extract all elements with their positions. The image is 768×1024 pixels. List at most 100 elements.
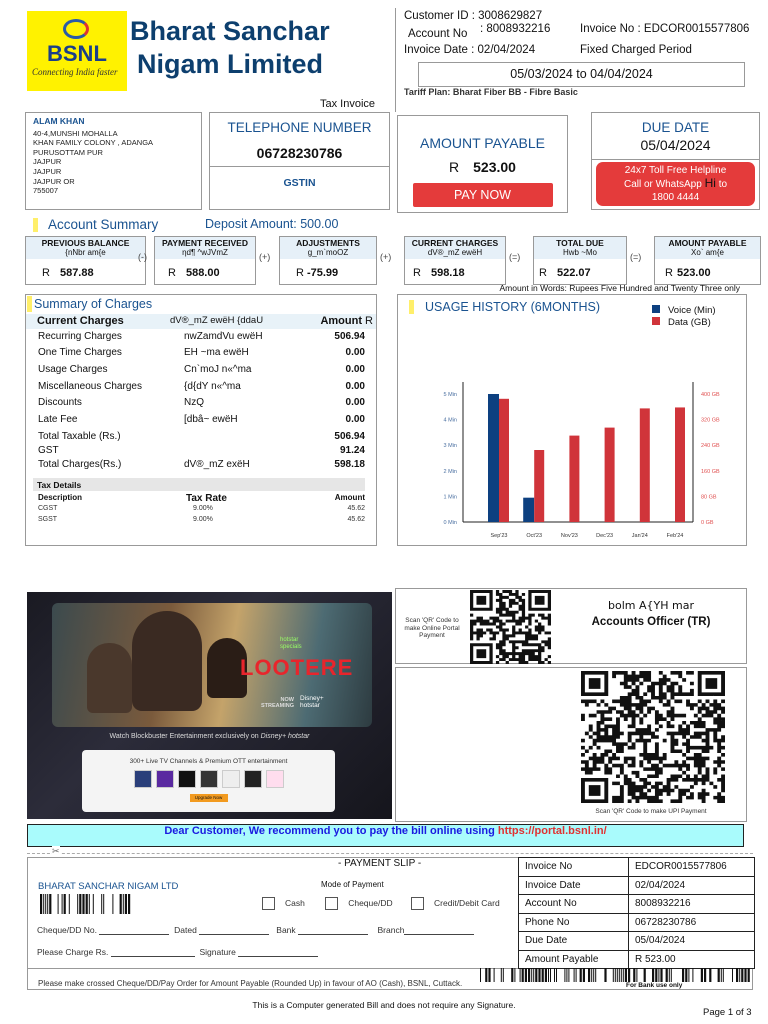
barcode-bars xyxy=(40,894,131,914)
portal-link[interactable]: https://portal.bsnl.in/ xyxy=(498,825,607,837)
data-bar xyxy=(499,398,509,522)
ott-advertisement[interactable]: hotstar specials LOOTERE NOW STREAMING D… xyxy=(27,592,392,819)
charge-signature-line: Please Charge Rs. Signature xyxy=(37,947,319,957)
payment-slip-title: - PAYMENT SLIP - xyxy=(338,858,422,869)
address-line: JAJPUR xyxy=(33,157,62,167)
portal-qr-code[interactable] xyxy=(470,590,551,664)
show-title-logo: LOOTERE xyxy=(240,655,354,680)
now-streaming-label: NOW STREAMING xyxy=(261,697,294,709)
address-line: 40-4,MUNSHI MOHALLA xyxy=(33,128,118,138)
x-tick-label: Oct'23 xyxy=(526,533,542,539)
upgrade-now-button[interactable]: Upgrade Now xyxy=(189,794,228,802)
x-tick-label: Dec'23 xyxy=(596,533,613,539)
customer-name: ALAM KHAN xyxy=(33,116,85,126)
channel-logos xyxy=(82,770,335,788)
operator-equals: (=) xyxy=(509,252,521,262)
helpline-number: 1800 4444 xyxy=(651,192,700,203)
charge-row: Miscellaneous Charges {d{dY n«^ma 0.00 xyxy=(38,381,365,392)
channels-text: 300+ Live TV Channels & Premium OTT ente… xyxy=(129,758,288,765)
payment-slip: - PAYMENT SLIP - BHARAT SANCHAR NIGAM LT… xyxy=(27,857,755,990)
due-date-box: DUE DATE 05/04/2024 24x7 Toll Free Helpl… xyxy=(591,112,760,210)
x-tick-label: Jan'24 xyxy=(632,533,648,539)
charges-header: Current Charges dV®_mZ ewëH {ddaU Amount R xyxy=(37,315,373,327)
usage-chart: 0 Min 1 Min 2 Min 3 Min 4 Min 5 Min 0 GB 80 GB 1… xyxy=(444,382,720,539)
invoice-date: Invoice Date : 02/04/2024 xyxy=(404,44,536,56)
operator-plus: (+) xyxy=(380,252,392,262)
upi-qr-code[interactable] xyxy=(581,671,725,803)
left-tick-label: 5 Min xyxy=(444,392,457,398)
company-name-line2: Nigam Limited xyxy=(137,49,324,79)
pay-online-banner: Dear Customer, We recommend you to pay t… xyxy=(27,824,744,847)
charge-row: One Time Charges EH ~ma ewëH 0.00 xyxy=(38,347,365,358)
left-tick-label: 1 Min xyxy=(444,494,457,500)
deposit-amount: Deposit Amount: 500.00 xyxy=(205,217,339,231)
qr-modules xyxy=(581,671,725,803)
summary-amount-payable: AMOUNT PAYABLE Xo` am{e R 523.00 xyxy=(654,236,761,285)
charge-row: Late Fee [dbâ~ ewëH 0.00 xyxy=(38,414,365,425)
summary-payment-received: PAYMENT RECEIVED ηd¶ ^wJVmZ R 588.00 xyxy=(154,236,256,285)
person-silhouette xyxy=(87,643,132,713)
slip-table-row: Invoice Date 02/04/2024 xyxy=(518,875,755,895)
helpline-badge[interactable]: 24x7 Toll Free Helpline Call or WhatsApp… xyxy=(596,162,755,206)
slip-divider xyxy=(28,968,518,969)
customer-id: Customer ID : 3008629827 xyxy=(404,10,543,22)
officer-signature: bolm A{YH mar xyxy=(608,599,694,612)
telephone-number: 06728230786 xyxy=(256,145,343,161)
bank-use-label: For Bank use only xyxy=(626,982,683,989)
charge-row: Total Taxable (Rs.) 506.94 xyxy=(38,431,365,442)
right-tick-label: 0 GB xyxy=(701,520,714,526)
operator-plus: (+) xyxy=(259,252,271,262)
data-bar xyxy=(675,407,685,522)
helpline-title: 24x7 Toll Free Helpline xyxy=(624,165,727,176)
telephone-label: TELEPHONE NUMBER xyxy=(227,120,372,135)
portal-qr-caption: Scan 'QR' Code to make Online Portal Pay… xyxy=(404,617,460,639)
computer-generated-note: This is a Computer generated Bill and do… xyxy=(252,1000,516,1010)
channels-card: 300+ Live TV Channels & Premium OTT ente… xyxy=(82,750,335,812)
charge-row: GST 91.24 xyxy=(38,445,365,456)
card-checkbox[interactable] xyxy=(411,897,425,910)
right-tick-label: 240 GB xyxy=(701,443,720,449)
due-date-value: 05/04/2024 xyxy=(640,137,711,153)
slip-table-row: Account No 8008932216 xyxy=(518,894,755,914)
fixed-period-label: Fixed Charged Period xyxy=(580,44,692,56)
amount-payable-label: AMOUNT PAYABLE xyxy=(420,135,545,151)
channel-logo xyxy=(155,770,174,788)
upi-qr-box: Scan 'QR' Code to make UPI Payment xyxy=(395,667,747,822)
operator-equals: (=) xyxy=(630,252,642,262)
left-tick-label: 0 Min xyxy=(444,520,457,526)
channel-logo xyxy=(265,770,284,788)
data-bar xyxy=(639,408,650,522)
cash-checkbox[interactable] xyxy=(262,897,275,910)
address-line: JAJPUR OR xyxy=(33,176,75,186)
charge-row: Total Charges(Rs.) dV®_mZ exëH 598.18 xyxy=(38,459,365,470)
address-line: PURUSOTTAM PUR xyxy=(33,147,103,157)
data-bar xyxy=(604,427,615,522)
logo-tagline: Connecting India faster xyxy=(32,67,118,77)
header-divider xyxy=(395,8,396,112)
channel-logo xyxy=(133,770,152,788)
cheque-details-line: Cheque/DD No. Dated Bank Branch xyxy=(37,925,475,935)
account-no: : 8008932216 xyxy=(480,23,551,35)
pay-now-button[interactable]: PAY NOW xyxy=(412,183,553,207)
mode-of-payment-label: Mode of Payment xyxy=(321,880,384,889)
address-line: JAJPUR xyxy=(33,166,62,176)
company-name-line1: Bharat Sanchar xyxy=(130,16,330,46)
channel-logo xyxy=(221,770,240,788)
account-summary-title: Account Summary xyxy=(48,217,159,232)
left-tick-label: 4 Min xyxy=(444,418,457,424)
slip-table-row: Due Date 05/04/2024 xyxy=(518,931,755,951)
x-tick-label: Sep'23 xyxy=(491,533,508,539)
customer-address-box: ALAM KHAN 40-4,MUNSHI MOHALLA KHAN FAMIL… xyxy=(25,112,202,210)
slip-company-name: BHARAT SANCHAR NIGAM LTD xyxy=(38,881,179,892)
page-number: Page 1 of 3 xyxy=(703,1007,752,1018)
section-marker xyxy=(33,218,38,232)
charge-row: Recurring Charges nwZamdVu ewëH 506.94 xyxy=(38,331,365,342)
right-tick-label: 400 GB xyxy=(701,392,720,398)
cheque-checkbox[interactable] xyxy=(325,897,339,910)
scissors-cut-line xyxy=(27,853,753,854)
voice-bar xyxy=(523,497,535,522)
scissors-icon: ✂ xyxy=(52,846,60,857)
payment-mode-options: Cash Cheque/DD Credit/Debit Card xyxy=(262,897,500,910)
data-bar xyxy=(569,435,580,522)
person-silhouette xyxy=(132,611,202,711)
